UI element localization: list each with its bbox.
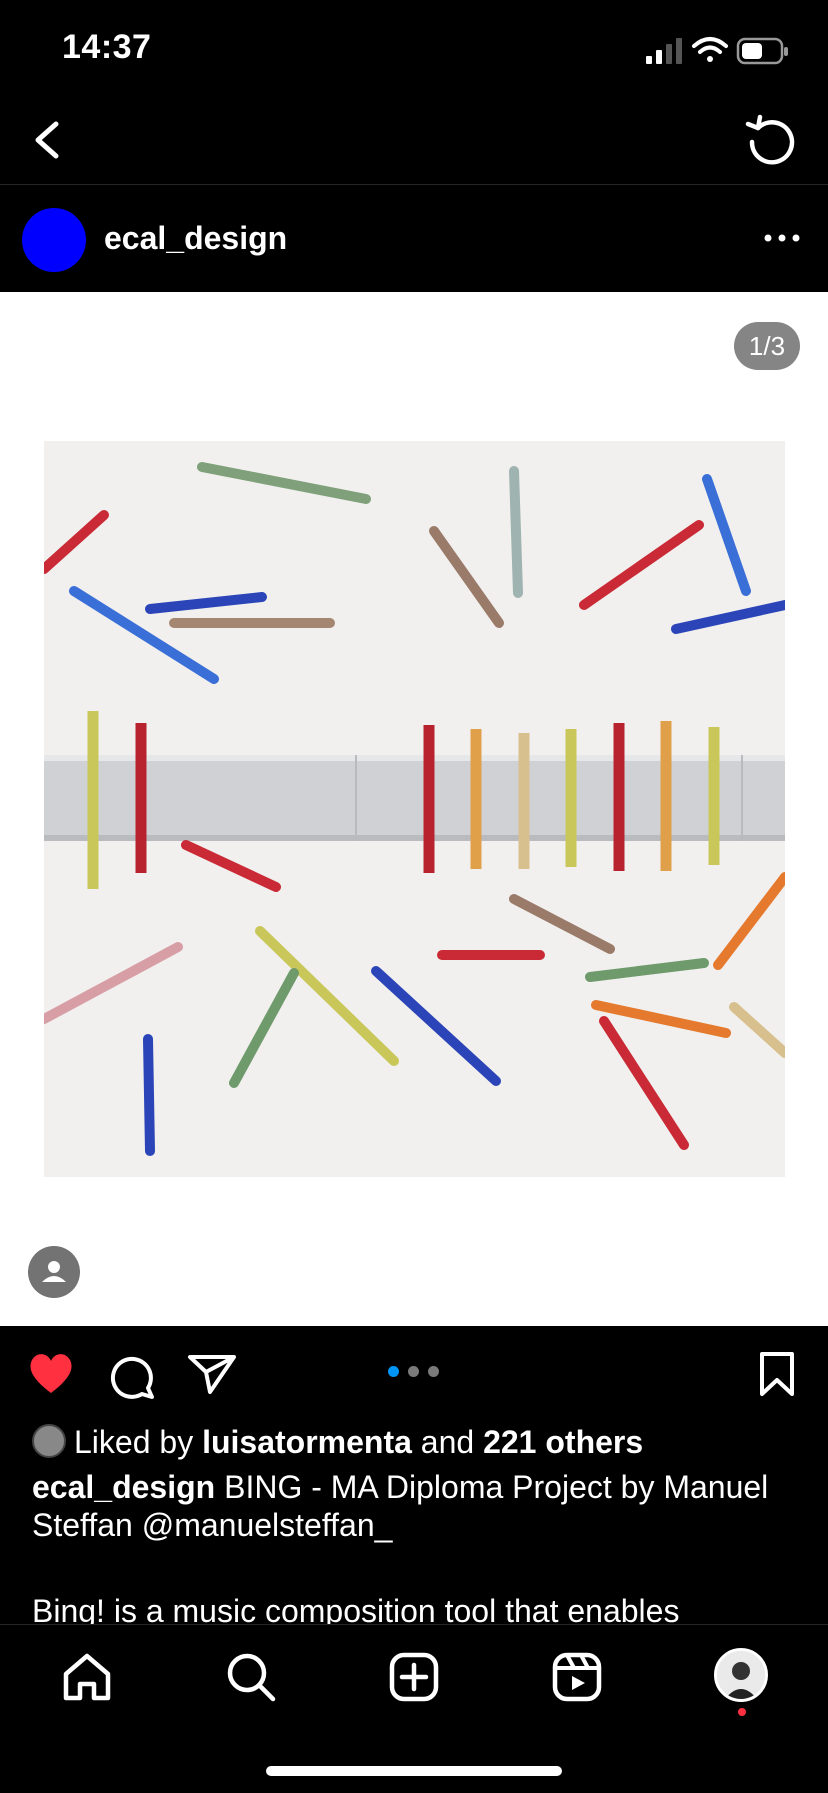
more-horizontal-icon[interactable] — [758, 218, 806, 258]
likes-middle: and — [411, 1424, 484, 1460]
likes-others[interactable]: 221 others — [483, 1424, 643, 1460]
caption-continuation: Bing! is a music composition tool that e… — [32, 1593, 680, 1624]
signal-icon — [646, 38, 682, 64]
home-indicator[interactable] — [266, 1766, 562, 1776]
avatar[interactable] — [22, 208, 86, 272]
carousel-dot — [428, 1366, 439, 1377]
heart-icon[interactable] — [26, 1350, 76, 1396]
liker-avatar — [32, 1424, 66, 1458]
notification-dot — [738, 1708, 746, 1716]
profile-avatar-image — [717, 1651, 765, 1699]
post-username[interactable]: ecal_design — [104, 220, 287, 257]
reels-icon[interactable] — [550, 1650, 604, 1704]
profile-avatar[interactable] — [714, 1648, 768, 1702]
likes-user[interactable]: luisatormenta — [202, 1424, 412, 1460]
chevron-left-icon[interactable] — [18, 110, 78, 170]
tag-people-icon[interactable] — [28, 1246, 80, 1298]
image-counter-badge: 1/3 — [734, 322, 800, 370]
nav-divider — [0, 184, 828, 185]
wifi-icon — [692, 37, 728, 62]
paper-plane-icon[interactable] — [186, 1352, 238, 1396]
carousel-dot — [388, 1366, 399, 1377]
home-icon[interactable] — [60, 1650, 114, 1704]
post-caption: ecal_design BING - MA Diploma Project by… — [32, 1468, 792, 1544]
post-photo[interactable] — [44, 441, 785, 1177]
carousel-indicator — [386, 1364, 442, 1378]
likes-prefix: Liked by — [74, 1424, 203, 1460]
search-icon[interactable] — [224, 1650, 278, 1704]
bookmark-icon[interactable] — [758, 1350, 796, 1398]
refresh-icon[interactable] — [738, 110, 802, 174]
caption-author[interactable]: ecal_design — [32, 1469, 215, 1505]
status-icons — [646, 37, 788, 65]
carousel-dot — [408, 1366, 419, 1377]
add-icon[interactable] — [387, 1650, 441, 1704]
likes-summary[interactable]: Liked by luisatormenta and 221 others — [32, 1424, 643, 1461]
comment-icon[interactable] — [108, 1352, 156, 1400]
battery-icon — [736, 37, 788, 65]
status-time: 14:37 — [62, 28, 152, 66]
